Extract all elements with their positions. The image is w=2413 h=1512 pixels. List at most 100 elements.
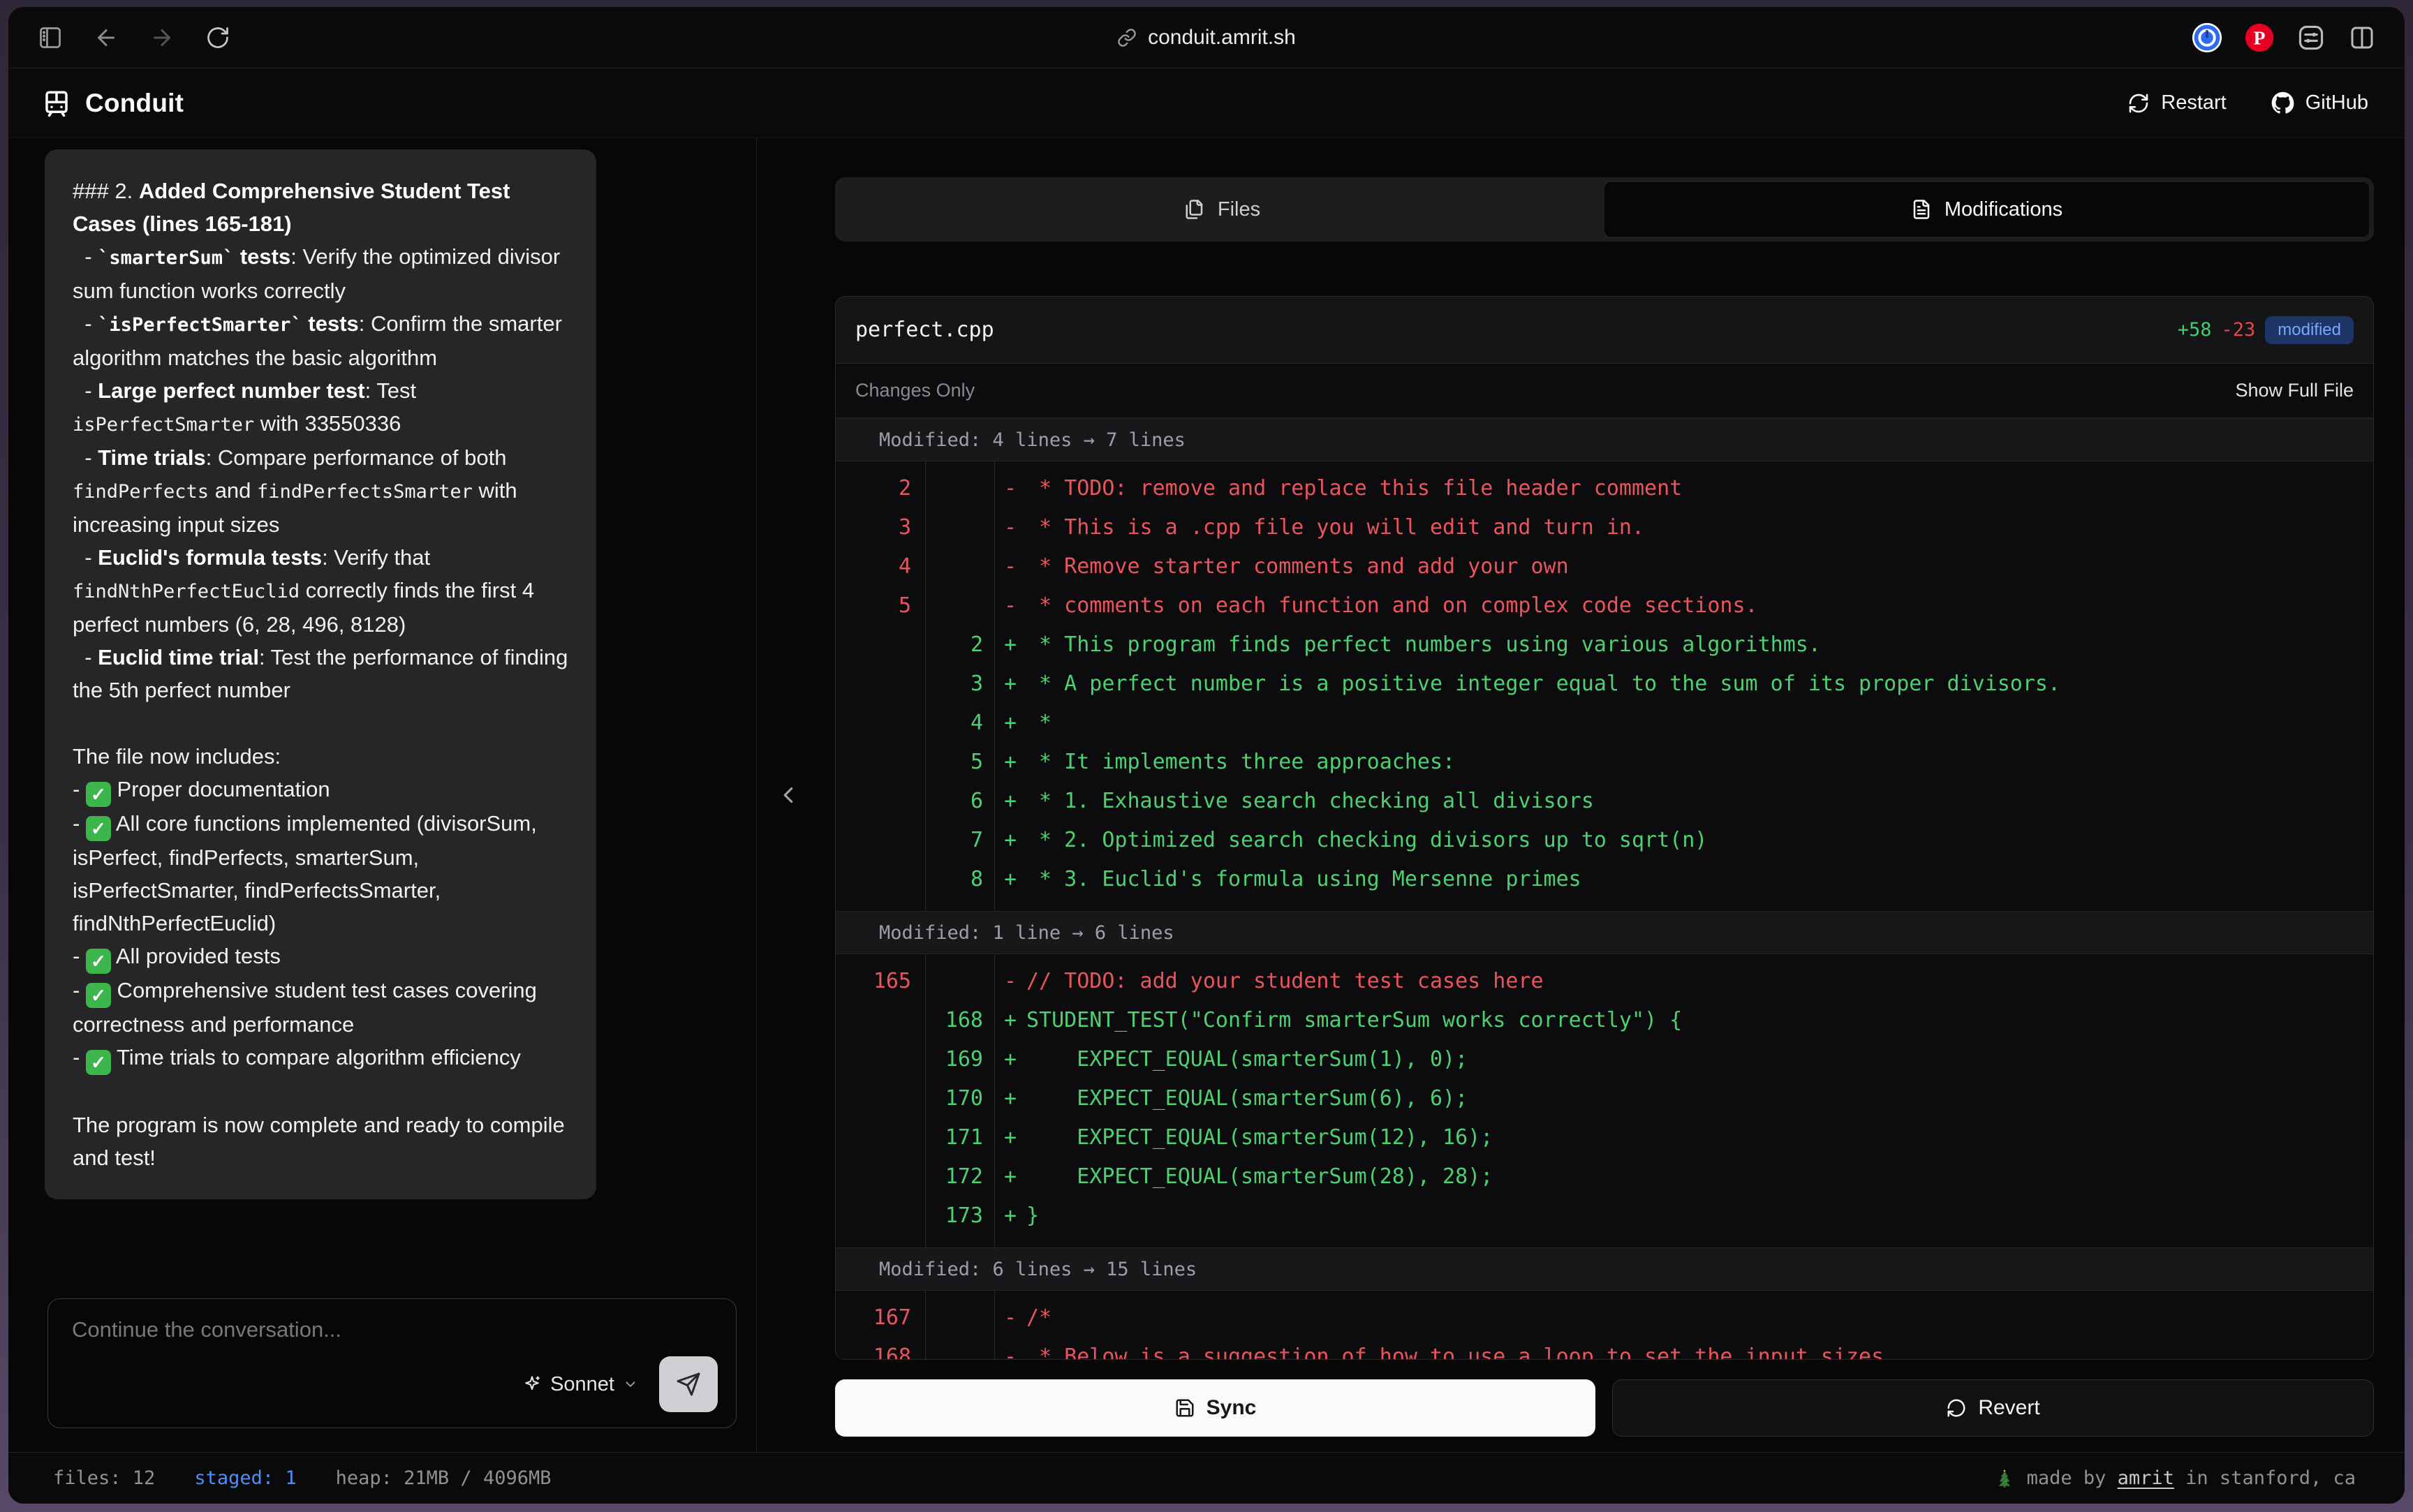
panel-tabs: Files Modifications xyxy=(835,177,2374,242)
diff-line-add: 7+ * 2. Optimized search checking diviso… xyxy=(836,820,2373,859)
reload-button[interactable] xyxy=(205,25,230,50)
split-view-button[interactable] xyxy=(2347,23,2377,52)
diff-sign: - xyxy=(994,515,1026,540)
message-text: All provided tests xyxy=(111,944,281,968)
model-selector[interactable]: Sonnet xyxy=(522,1373,638,1396)
address-bar[interactable]: conduit.amrit.sh xyxy=(309,26,2104,50)
diff-code: * Remove starter comments and add your o… xyxy=(1026,554,2373,579)
revert-button[interactable]: Revert xyxy=(1612,1379,2374,1437)
github-icon xyxy=(2271,91,2294,114)
url-text: conduit.amrit.sh xyxy=(1148,26,1296,50)
restart-button[interactable]: Restart xyxy=(2127,91,2226,114)
message-paragraph: - ✓ Comprehensive student test cases cov… xyxy=(73,974,568,1041)
diff-hunks[interactable]: Modified: 4 lines → 7 lines2- * TODO: re… xyxy=(836,418,2373,1359)
restart-label: Restart xyxy=(2161,91,2226,114)
diff-code: /* xyxy=(1026,1305,2373,1330)
diff-line-del: 165-// TODO: add your student test cases… xyxy=(836,961,2373,1000)
sync-label: Sync xyxy=(1206,1396,1257,1420)
message-text: with 33550336 xyxy=(254,411,401,436)
chat-input-box[interactable]: Continue the conversation... Sonnet xyxy=(47,1298,737,1428)
back-button[interactable] xyxy=(94,25,119,50)
tab-modifications[interactable]: Modifications xyxy=(1604,182,2369,237)
additions-count: +58 xyxy=(2178,319,2212,341)
message-text: Comprehensive student test cases coverin… xyxy=(73,978,543,1037)
check-mark-icon: ✓ xyxy=(86,983,111,1008)
files-icon xyxy=(1184,199,1205,220)
diff-line-add: 6+ * 1. Exhaustive search checking all d… xyxy=(836,781,2373,820)
model-label: Sonnet xyxy=(550,1373,614,1396)
main-content: ### 2. Added Comprehensive Student Test … xyxy=(8,138,2405,1452)
diff-line-del: 4- * Remove starter comments and add you… xyxy=(836,547,2373,586)
github-label: GitHub xyxy=(2305,91,2368,114)
forward-button[interactable] xyxy=(149,25,175,50)
tab-modifications-label: Modifications xyxy=(1945,198,2063,221)
assistant-message: ### 2. Added Comprehensive Student Test … xyxy=(45,149,596,1199)
message-text: - xyxy=(73,978,86,1002)
diff-code: * A perfect number is a positive integer… xyxy=(1026,672,2373,696)
arrow-left-icon xyxy=(94,25,119,50)
message-text: - xyxy=(73,645,98,669)
message-paragraph: The file now includes: xyxy=(73,740,568,773)
message-inline-code: findPerfectsSmarter xyxy=(257,481,473,503)
author-link[interactable]: amrit xyxy=(2118,1467,2174,1489)
new-line-number: 168 xyxy=(925,1008,994,1032)
message-inline-code: findPerfects xyxy=(73,481,209,503)
check-mark-icon: ✓ xyxy=(86,1050,111,1075)
message-bold-text: tests xyxy=(302,311,359,336)
diff-file-header: perfect.cpp +58 -23 modified xyxy=(836,297,2373,364)
diff-line-add: 172+ EXPECT_EQUAL(smarterSum(28), 28); xyxy=(836,1157,2373,1196)
sidebar-toggle-button[interactable] xyxy=(38,25,63,50)
message-text: : Compare performance of both xyxy=(206,445,512,470)
pinterest-extension-button[interactable]: P xyxy=(2244,22,2275,53)
diff-line-add: 2+ * This program finds perfect numbers … xyxy=(836,625,2373,664)
chevron-down-icon xyxy=(623,1377,638,1392)
chat-messages[interactable]: ### 2. Added Comprehensive Student Test … xyxy=(8,138,756,1284)
message-text: ### 2. xyxy=(73,179,139,203)
diff-code: * It implements three approaches: xyxy=(1026,750,2373,774)
svg-text:P: P xyxy=(2254,27,2266,48)
new-line-number: 6 xyxy=(925,789,994,813)
tab-files[interactable]: Files xyxy=(840,182,1604,237)
modified-status-badge: modified xyxy=(2265,316,2354,344)
chevron-left-icon xyxy=(775,782,802,808)
diff-sign: - xyxy=(994,593,1026,618)
credit-text: made by amrit in stanford, ca xyxy=(2027,1467,2356,1489)
onepassword-extension-button[interactable] xyxy=(2191,22,2223,54)
diff-hunk-header: Modified: 4 lines → 7 lines xyxy=(836,418,2373,461)
message-text: and xyxy=(209,478,257,503)
browser-nav-controls xyxy=(8,25,309,50)
old-line-number: 4 xyxy=(836,554,925,579)
diff-sign: + xyxy=(994,1008,1026,1032)
diff-sign: + xyxy=(994,1086,1026,1111)
new-line-number: 171 xyxy=(925,1125,994,1150)
message-paragraph: - ✓ All core functions implemented (divi… xyxy=(73,807,568,940)
app-title: Conduit xyxy=(85,89,184,118)
github-button[interactable]: GitHub xyxy=(2271,91,2368,114)
message-paragraph: - Large perfect number test: Test isPerf… xyxy=(73,374,568,441)
diff-code: * TODO: remove and replace this file hea… xyxy=(1026,476,2373,501)
check-mark-icon: ✓ xyxy=(86,816,111,841)
diff-code: * 2. Optimized search checking divisors … xyxy=(1026,828,2373,852)
diff-line-add: 173+} xyxy=(836,1196,2373,1235)
sync-button[interactable]: Sync xyxy=(835,1379,1595,1437)
status-stats: files: 12 staged: 1 heap: 21MB / 4096MB xyxy=(53,1467,551,1489)
diff-code: * 3. Euclid's formula using Mersenne pri… xyxy=(1026,867,2373,891)
new-line-number: 169 xyxy=(925,1047,994,1072)
send-icon xyxy=(676,1372,701,1397)
chat-input-controls: Sonnet xyxy=(72,1356,718,1412)
browser-settings-button[interactable] xyxy=(2296,22,2326,53)
message-text: - xyxy=(73,944,86,968)
link-icon xyxy=(1117,28,1137,47)
message-text: - xyxy=(73,811,86,836)
collapse-panel-button[interactable] xyxy=(775,782,802,808)
columns-icon xyxy=(2347,23,2377,52)
browser-extensions: P xyxy=(2104,22,2405,54)
new-line-number: 7 xyxy=(925,828,994,852)
deletions-count: -23 xyxy=(2222,319,2256,341)
diff-options-row: Changes Only Show Full File xyxy=(836,364,2373,418)
revert-icon xyxy=(1946,1398,1967,1418)
send-button[interactable] xyxy=(659,1356,718,1412)
show-full-file-button[interactable]: Show Full File xyxy=(2235,380,2354,401)
pinterest-icon: P xyxy=(2244,22,2275,53)
new-line-number: 3 xyxy=(925,672,994,696)
